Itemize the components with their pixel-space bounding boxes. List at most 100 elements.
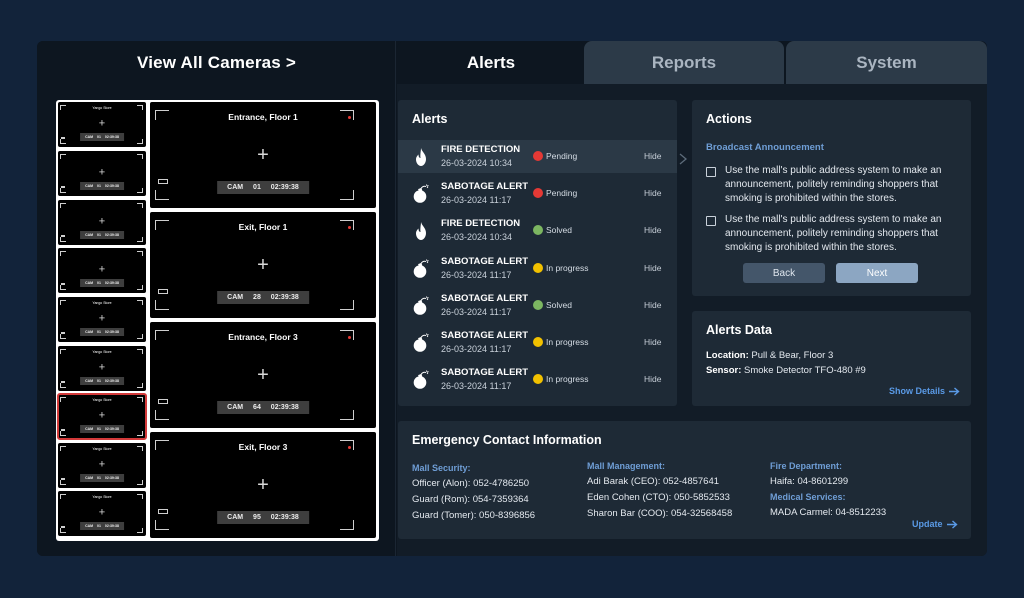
camera-title: Yango Store (92, 301, 112, 305)
hide-alert-button[interactable]: Hide (644, 337, 661, 347)
frame-corner (340, 520, 354, 530)
camera-title: Exit, Floor 1 (238, 222, 288, 232)
option-checkbox[interactable] (706, 167, 716, 177)
alert-row[interactable]: SABOTAGE ALERT 26-03-2024 11:17 In progres… (398, 252, 677, 285)
option-checkbox[interactable] (706, 216, 716, 226)
status-badge: In progress (533, 374, 589, 385)
frame-corner (137, 139, 143, 144)
status-label: In progress (546, 262, 589, 273)
camera-info-bar: CAM 28 02:39:38 (217, 291, 309, 304)
sensor-label: Sensor: (706, 365, 742, 376)
tab-alerts[interactable]: Alerts (397, 41, 585, 84)
tab-reports[interactable]: Reports (584, 41, 784, 84)
alert-name: FIRE DETECTION (441, 144, 521, 155)
battery-icon (61, 235, 65, 237)
location-label: Location: (706, 350, 749, 361)
crosshair-icon: + (257, 144, 269, 166)
camera-feed-large[interactable]: Entrance, Floor 1 + CAM 01 02:39:38 (150, 102, 376, 208)
mall-security-column: Mall Security: Officer (Alon): 052-47862… (412, 463, 535, 524)
hide-alert-button[interactable]: Hide (644, 263, 661, 273)
camera-feed-thumbnail[interactable]: Yango Store + CAM 01 02:39:38 (58, 297, 146, 342)
tab-system[interactable]: System (786, 41, 987, 84)
medical-services-heading: Medical Services: (770, 492, 846, 502)
crosshair-icon: + (98, 117, 106, 130)
camera-id: CAM 01 (85, 135, 101, 139)
camera-time: 02:39:38 (104, 427, 119, 431)
alert-row[interactable]: SABOTAGE ALERT 26-03-2024 11:17 Solved Hide (398, 289, 677, 322)
camera-title: Yango Store (92, 350, 112, 354)
camera-feed-thumbnail[interactable]: Yango Store + CAM 01 02:39:38 (58, 102, 146, 147)
frame-corner (60, 431, 66, 436)
battery-icon (61, 186, 65, 188)
crosshair-icon: + (257, 254, 269, 276)
camera-feed-thumbnail[interactable]: Yango Store + CAM 01 02:39:38 (58, 491, 146, 536)
view-all-cameras-link[interactable]: View All Cameras > (37, 53, 396, 73)
camera-id: CAM 01 (85, 476, 101, 480)
alert-row[interactable]: SABOTAGE ALERT 26-03-2024 11:17 Pending Hid… (398, 177, 677, 210)
camera-id: CAM 95 (227, 514, 261, 521)
status-label: Pending (546, 151, 578, 161)
frame-corner (137, 237, 143, 242)
back-button[interactable]: Back (743, 263, 825, 283)
camera-feed-thumbnail[interactable]: + CAM 01 02:39:38 (58, 200, 146, 245)
camera-id: CAM 01 (85, 427, 101, 431)
camera-feed-thumbnail[interactable]: Yango Store + CAM 01 02:39:38 (57, 393, 147, 440)
hide-alert-button[interactable]: Hide (644, 300, 661, 310)
camera-title: Yango Store (92, 398, 112, 402)
alert-row[interactable]: FIRE DETECTION 26-03-2024 10:34 Solved Hide (398, 214, 677, 247)
status-badge: Solved (533, 225, 572, 236)
alert-row[interactable]: SABOTAGE ALERT 26-03-2024 11:17 In progres… (398, 326, 677, 359)
camera-id: CAM 64 (227, 404, 261, 411)
frame-corner (60, 154, 66, 159)
camera-id: CAM 01 (85, 281, 101, 285)
status-label: Solved (546, 225, 572, 236)
status-dot-icon (533, 225, 543, 236)
hide-alert-button[interactable]: Hide (644, 374, 661, 384)
alert-row[interactable]: SABOTAGE ALERT 26-03-2024 11:17 In progres… (398, 363, 677, 396)
camera-feed-large[interactable]: Exit, Floor 3 + CAM 95 02:39:38 (150, 432, 376, 538)
next-button[interactable]: Next (836, 263, 918, 283)
camera-time: 02:39:38 (270, 294, 299, 301)
frame-corner (60, 139, 66, 144)
crosshair-icon: + (98, 166, 106, 179)
status-dot-icon (533, 151, 543, 161)
frame-corner (60, 528, 66, 533)
hide-alert-button[interactable]: Hide (644, 225, 661, 235)
alert-name: SABOTAGE ALERT (441, 367, 529, 379)
frame-corner (137, 431, 143, 436)
camera-feed-large[interactable]: Entrance, Floor 3 + CAM 64 02:39:38 (150, 322, 376, 428)
alert-row[interactable]: FIRE DETECTION 26-03-2024 10:34 Pending Hid… (398, 140, 677, 173)
contact-line: Officer (Alon): 052-4786250 (412, 478, 530, 489)
battery-icon (61, 137, 65, 139)
frame-corner (60, 251, 66, 256)
camera-feed-thumbnail[interactable]: + CAM 01 02:39:38 (58, 248, 146, 293)
bomb-icon (411, 370, 431, 390)
alert-name: SABOTAGE ALERT (441, 330, 529, 341)
camera-id: CAM 01 (85, 524, 101, 528)
frame-corner (60, 334, 66, 339)
camera-id: CAM 01 (85, 184, 101, 188)
frame-corner (340, 300, 354, 310)
camera-title: Yango Store (92, 447, 112, 451)
status-dot-icon (533, 374, 543, 385)
update-label: Update (912, 519, 943, 529)
camera-feed-thumbnail[interactable]: Yango Store + CAM 01 02:39:38 (58, 443, 146, 488)
sensor-value: Smoke Detector TFO-480 #9 (744, 365, 866, 376)
camera-feed-thumbnail[interactable]: Yango Store + CAM 01 02:39:38 (58, 346, 146, 391)
alert-date: 26-03-2024 11:17 (441, 269, 512, 280)
camera-feed-thumbnail[interactable]: + CAM 01 02:39:38 (58, 151, 146, 196)
alert-name: SABOTAGE ALERT (441, 255, 529, 267)
emergency-title: Emergency Contact Information (412, 433, 602, 447)
contact-line: Guard (Tomer): 050-8396856 (412, 510, 536, 521)
mall-management-column: Mall Management: Adi Barak (CEO): 052-48… (587, 461, 732, 522)
hide-alert-button[interactable]: Hide (644, 188, 661, 198)
cameras-panel: View All Cameras > Yango Store + CAM 01 02… (37, 41, 396, 556)
status-badge: Solved (533, 299, 572, 310)
hide-alert-button[interactable]: Hide (644, 151, 661, 161)
camera-time: 02:39:38 (104, 233, 119, 237)
chevron-right-icon (679, 153, 688, 165)
sensor-row: Sensor: Smoke Detector TFO-480 #9 (706, 365, 866, 376)
show-details-link[interactable]: Show Details (889, 386, 960, 396)
update-link[interactable]: Update (912, 519, 958, 529)
camera-feed-large[interactable]: Exit, Floor 1 + CAM 28 02:39:38 (150, 212, 376, 318)
